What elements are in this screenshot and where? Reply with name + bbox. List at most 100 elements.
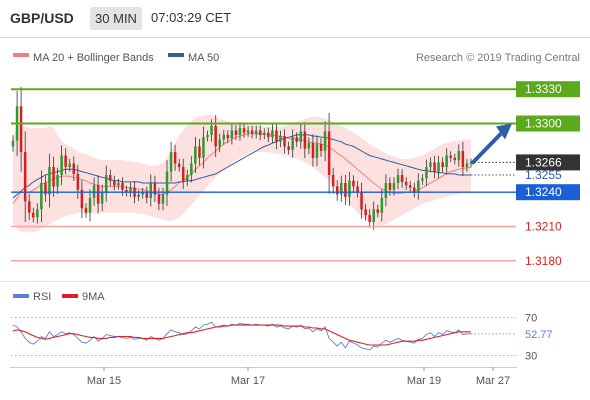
candle-body: [250, 130, 254, 134]
candle-body: [461, 151, 465, 167]
candle-body: [234, 130, 238, 135]
candle-body: [368, 215, 371, 222]
candle-body: [352, 180, 355, 187]
candle-body: [23, 152, 27, 202]
candle-body: [72, 163, 75, 174]
candle-body: [453, 157, 456, 161]
candle-body: [173, 152, 177, 164]
rsi-legend-swatch: [13, 294, 29, 298]
candle-body: [206, 134, 209, 138]
candle-body: [396, 175, 400, 183]
candle-body: [441, 162, 444, 167]
candle-body: [437, 162, 440, 172]
forecast-arrow: [471, 129, 505, 165]
candle-body: [360, 192, 363, 210]
candle-body: [84, 208, 88, 213]
candle-body: [56, 175, 59, 187]
candle-body: [323, 131, 327, 151]
candle-body: [100, 192, 104, 204]
candle-body: [267, 132, 270, 138]
candle-body: [344, 183, 347, 197]
candle-body: [149, 183, 152, 198]
candle-body: [404, 181, 408, 186]
candle-body: [28, 201, 31, 213]
candle-body: [52, 167, 55, 187]
price-plot-area: [11, 86, 473, 233]
candle-body: [32, 212, 35, 218]
x-tick-label: Mar 15: [87, 375, 121, 387]
candle-body: [214, 125, 217, 147]
candle-body: [392, 183, 396, 190]
candle-body: [177, 163, 181, 167]
candle-body: [376, 209, 379, 213]
candle-body: [425, 167, 428, 179]
x-tick-label: Mar 19: [407, 375, 441, 387]
candle-body: [311, 143, 315, 158]
candle-body: [327, 131, 331, 175]
candle-body: [246, 130, 250, 133]
x-tick-label: Mar 17: [231, 375, 265, 387]
candle-body: [433, 162, 436, 172]
candle-body: [429, 162, 432, 167]
candle-body: [222, 134, 225, 140]
candle-body: [388, 183, 392, 190]
candle-body: [372, 209, 375, 222]
resistance-label: 1.3300: [525, 117, 562, 131]
candle-body: [190, 163, 193, 175]
price-chart: MA 20 + Bollinger Bands MA 50 Research ©…: [0, 37, 590, 387]
rsi-tick-label: 30: [525, 350, 537, 362]
ma9-legend-swatch: [62, 294, 78, 298]
rsi-legend-label: RSI: [33, 291, 51, 303]
rsi-tick-label: 70: [525, 313, 537, 325]
candle-body: [307, 143, 311, 149]
candle-body: [210, 125, 213, 135]
candle-body: [238, 128, 242, 135]
candle-body: [287, 146, 290, 150]
resistance-label: 1.3330: [525, 82, 562, 96]
candle-body: [48, 167, 51, 195]
candle-body: [121, 183, 124, 190]
candle-body: [449, 155, 452, 158]
candle-body: [417, 180, 420, 193]
rsi-plot-area: 70 52.77 30: [11, 313, 553, 362]
x-tick-label: Mar 27: [476, 375, 510, 387]
ma50-legend-swatch: [168, 53, 184, 57]
candle-body: [161, 194, 165, 204]
candle-body: [182, 167, 185, 181]
candle-body: [445, 155, 448, 167]
rsi-tick-label: 52.77: [525, 329, 553, 341]
candle-body: [421, 178, 424, 181]
candle-body: [279, 136, 282, 142]
candle-body: [336, 186, 339, 195]
candle-body: [263, 132, 266, 135]
candle-body: [11, 140, 15, 147]
candle-body: [36, 209, 39, 218]
candle-body: [457, 151, 461, 161]
candle-body: [259, 130, 262, 135]
candle-body: [303, 131, 307, 149]
candle-body: [408, 185, 412, 188]
candle-body: [109, 175, 112, 181]
candle-body: [68, 163, 71, 167]
support-label: 1.3240: [525, 185, 562, 199]
candle-body: [198, 146, 201, 158]
candle-body: [299, 131, 302, 142]
candle-body: [64, 155, 67, 167]
x-axis: Mar 15 Mar 17 Mar 19 Mar 27: [87, 367, 510, 387]
candle-body: [331, 175, 335, 187]
candle-body: [271, 130, 274, 138]
candle-body: [145, 192, 148, 198]
ma20-legend-swatch: [13, 53, 29, 57]
candle-body: [348, 180, 351, 197]
candle-body: [283, 136, 286, 147]
candle-body: [400, 175, 404, 182]
ma50-legend-label: MA 50: [188, 52, 219, 64]
candle-body: [169, 152, 173, 172]
target-label: 1.3180: [525, 254, 562, 268]
credit-label: Research © 2019 Trading Central: [416, 52, 580, 64]
candle-body: [319, 144, 323, 151]
candle-body: [165, 171, 169, 195]
ma20-legend-label: MA 20 + Bollinger Bands: [33, 52, 154, 64]
ma-value-label: 1.3255: [525, 168, 562, 182]
candle-body: [226, 134, 230, 139]
